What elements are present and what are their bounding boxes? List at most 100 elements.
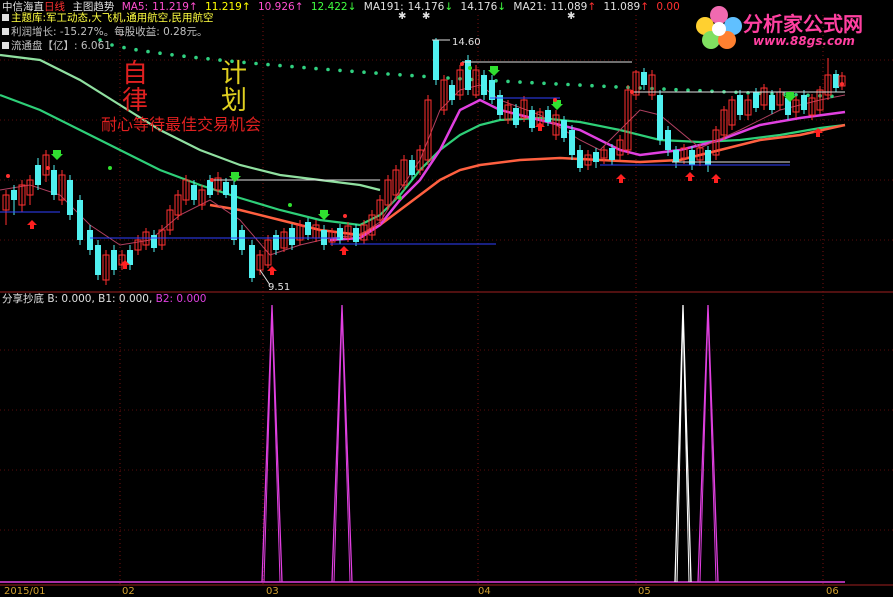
ma191-dot [182, 54, 186, 58]
candle-body-down [801, 95, 807, 110]
ma191-label: MA191: [363, 1, 404, 13]
square-bullet-icon [2, 28, 9, 35]
candle-body-down [769, 95, 775, 110]
ma191-dot [422, 74, 426, 79]
candle-body-down [207, 180, 213, 195]
candle-body-down [67, 180, 73, 215]
candle-body-down [561, 120, 567, 138]
signal-dot [398, 196, 402, 200]
ma191-dot [662, 87, 666, 91]
candle-body-down [111, 250, 117, 270]
buy-arrow-icon [711, 174, 721, 183]
ma191-dot [542, 81, 546, 86]
candle-body-down [87, 230, 93, 250]
ma191-dot [446, 76, 450, 80]
ma191-dot [254, 61, 258, 66]
signal-dot [108, 166, 112, 170]
ma5-arrow-4: ↓ [347, 1, 357, 13]
ma5-arrow-2: ↑ [241, 1, 251, 13]
ma191-dot [362, 70, 366, 74]
candle-body-down [11, 190, 17, 200]
ma191-dot [170, 53, 174, 57]
candle-body-down [529, 110, 535, 128]
ma21-value-1: 11.089 [550, 1, 588, 13]
ma191-dot [410, 73, 414, 78]
candle-body-down [273, 235, 279, 250]
signal-dot [630, 90, 634, 94]
sell-arrow-icon [318, 210, 330, 220]
x-axis-label-2: 02 [122, 586, 135, 597]
candle-body-down [77, 200, 83, 240]
sell-arrow-icon [51, 150, 63, 160]
ma191-arrow-2: ↓ [497, 1, 507, 13]
candle-body-down [609, 148, 615, 160]
candle-body-down [409, 160, 415, 175]
sell-arrow-icon [488, 66, 500, 76]
ma191-dot [194, 55, 198, 60]
ma191-dot [122, 45, 126, 50]
ma191-dot [266, 62, 270, 67]
logo-url: www.88gs.com [753, 34, 855, 48]
high-price-label: 14.60 [452, 37, 481, 48]
ma21-arrow-2: ↑ [640, 1, 650, 13]
ma191-dot [206, 57, 210, 61]
candle-body-down [35, 165, 41, 185]
ma191-dot [578, 83, 582, 87]
float-shares: 流通盘【亿】: 6.061 [11, 40, 111, 52]
candle-body-down [223, 182, 229, 195]
low-price-label: 9.51 [268, 282, 291, 293]
signal-dot [6, 174, 10, 178]
main-business-line: 主题库:军工动态,大飞机,通用航空,民用航空 [2, 12, 214, 25]
ma191-dot [566, 82, 570, 87]
slogan-text: 耐心等待最佳交易机会 [101, 115, 262, 134]
ma191-dot [530, 80, 534, 85]
ma191-dot [314, 66, 318, 71]
candle-body-down [305, 222, 311, 235]
candle-body-down [545, 110, 551, 122]
candle-body-down [239, 230, 245, 250]
ma191-dot [518, 80, 522, 84]
candle-body-down [569, 130, 575, 155]
signal-dot [288, 203, 292, 207]
candle-body-down [689, 150, 695, 165]
ma191-dot [398, 73, 402, 77]
ma191-dot [614, 85, 618, 89]
site-logo: 分析家公式网 www.88gs.com [693, 4, 889, 52]
x-axis-label-6: 06 [826, 586, 839, 597]
candle-body-down [753, 92, 759, 108]
candle-body-down [231, 185, 237, 240]
ma191-value-1: 14.176 [407, 1, 445, 13]
candle-body-down [449, 85, 455, 100]
ma191-dot [290, 64, 294, 69]
candle-body-down [191, 185, 197, 200]
candle-body-down [249, 245, 255, 278]
logo-title: 分析家公式网 [743, 12, 863, 36]
candle-body-down [95, 245, 101, 275]
candle-body-down [577, 150, 583, 168]
candle-body-down [353, 228, 359, 242]
main-business-value: 军工动态,大飞机,通用航空,民用航空 [46, 12, 214, 24]
ma191-dot [374, 71, 378, 75]
square-bullet-icon [2, 14, 9, 21]
candle-body-down [657, 95, 663, 140]
buy-arrow-icon [27, 220, 37, 229]
ma191-dot [554, 82, 558, 86]
x-axis-label-1: 2015/01 [4, 586, 46, 597]
indicator-title: 分享抄底 B: 0.000, B1: 0.000, B2: 0.000 [2, 293, 207, 306]
candle-body-down [465, 60, 471, 90]
ma191-dot [674, 87, 678, 92]
ma21-label: MA21: [513, 1, 547, 13]
buy-arrow-icon [616, 174, 626, 183]
indicator-name[interactable]: 分享抄底 [2, 293, 44, 305]
signal-dot [343, 214, 347, 218]
ma191-dot [302, 65, 306, 70]
ma5-arrow-3: ↑ [294, 1, 304, 13]
ma191-dot [350, 69, 354, 74]
ma191-value-2: 14.176 [460, 1, 498, 13]
ma191-dot [158, 51, 162, 55]
x-axis-label-5: 05 [638, 586, 651, 597]
signal-dot [468, 66, 472, 70]
candle-body-down [151, 235, 157, 248]
float-shares-line: 流通盘【亿】: 6.061 [2, 40, 111, 53]
candle-body-down [481, 75, 487, 95]
